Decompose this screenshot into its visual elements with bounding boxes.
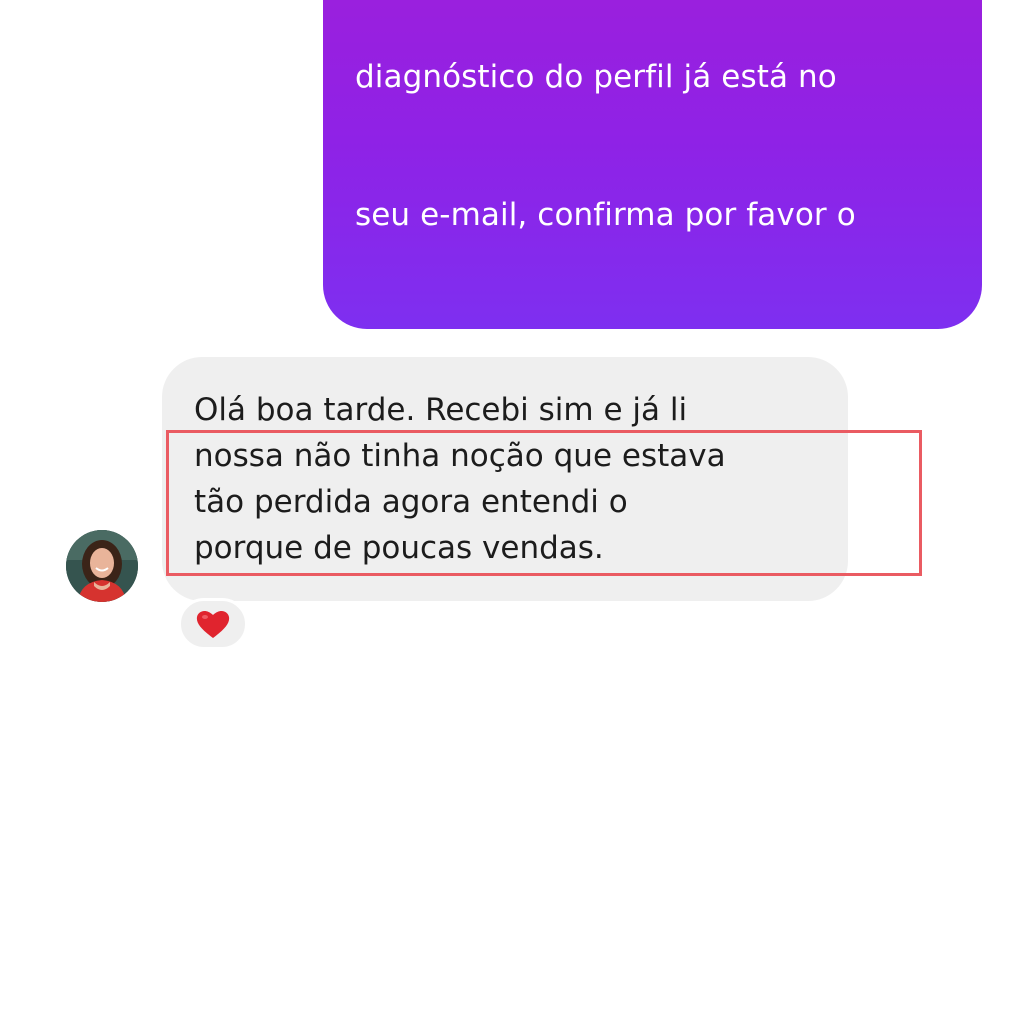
message-line: diagnóstico do perfil já está no <box>355 59 837 95</box>
red-heart-icon <box>196 610 230 638</box>
outgoing-message-bubble[interactable]: diagnóstico do perfil já está no seu e-m… <box>323 0 982 923</box>
message-line: Olá boa tarde. Recebi sim e já li <box>194 392 688 428</box>
message-line <box>355 744 962 790</box>
message-line: dúvidas, se necessário! <box>355 611 723 647</box>
message-line: Sucesso, conte comigo. <box>355 887 724 923</box>
message-line: porque de poucas vendas. <box>194 530 604 566</box>
message-line: nossa não tinha noção que estava <box>194 438 726 474</box>
message-line: seu e-mail, confirma por favor o <box>355 197 856 233</box>
sender-avatar[interactable] <box>66 530 138 602</box>
incoming-message-bubble[interactable]: Olá boa tarde. Recebi sim e já li nossa … <box>162 357 848 601</box>
message-reaction[interactable] <box>178 598 248 650</box>
chat-thread: diagnóstico do perfil já está no seu e-m… <box>0 0 1024 923</box>
message-line: tão perdida agora entendi o <box>194 484 628 520</box>
avatar-photo-icon <box>66 530 138 602</box>
